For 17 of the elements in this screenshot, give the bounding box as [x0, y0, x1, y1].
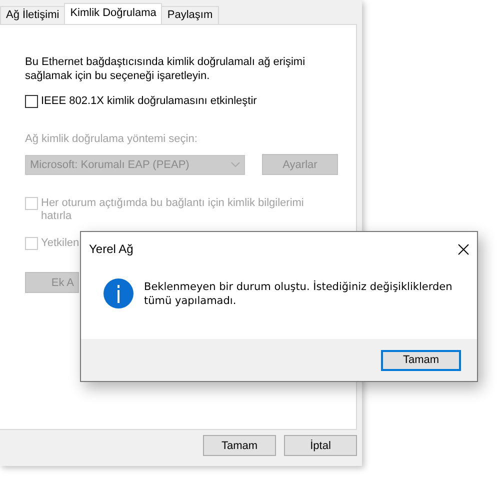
checkbox-label: IEEE 802.1X kimlik doğrulamasını etkinleştir	[41, 95, 258, 108]
tab[interactable]: Ağ İletişimi	[0, 6, 66, 24]
chevron-icon	[231, 162, 240, 167]
dialog-message: Beklenmeyen bir durum oluştu. İstediğiniz değişikliklerden tümü yapılamadı.	[144, 280, 454, 308]
dialog-button[interactable]: Tamam	[203, 435, 276, 456]
method-label: Ağ kimlik doğrulama yöntemi seçin:	[25, 133, 198, 145]
checkbox[interactable]	[25, 95, 38, 108]
checkbox-label: Yetkilen	[41, 237, 80, 250]
description-text: Bu Ethernet bağdaştıcısında kimlik doğrulamalı ağ erişimi sağlamak için bu seçeneği işaretleyin.	[25, 55, 306, 83]
ok-button[interactable]: Tamam	[381, 350, 461, 370]
tab[interactable]: Kimlik Doğrulama	[64, 3, 162, 24]
tab[interactable]: Paylaşım	[161, 6, 219, 24]
close-icon[interactable]	[458, 244, 469, 254]
dialog-title: Yerel Ağ	[89, 242, 134, 256]
checkbox-label: Her oturum açtığımda bu bağlantı için kimlik bilgilerimi hatırla	[41, 197, 305, 223]
dialog-button[interactable]: İptal	[284, 435, 357, 456]
info-icon	[103, 278, 134, 309]
